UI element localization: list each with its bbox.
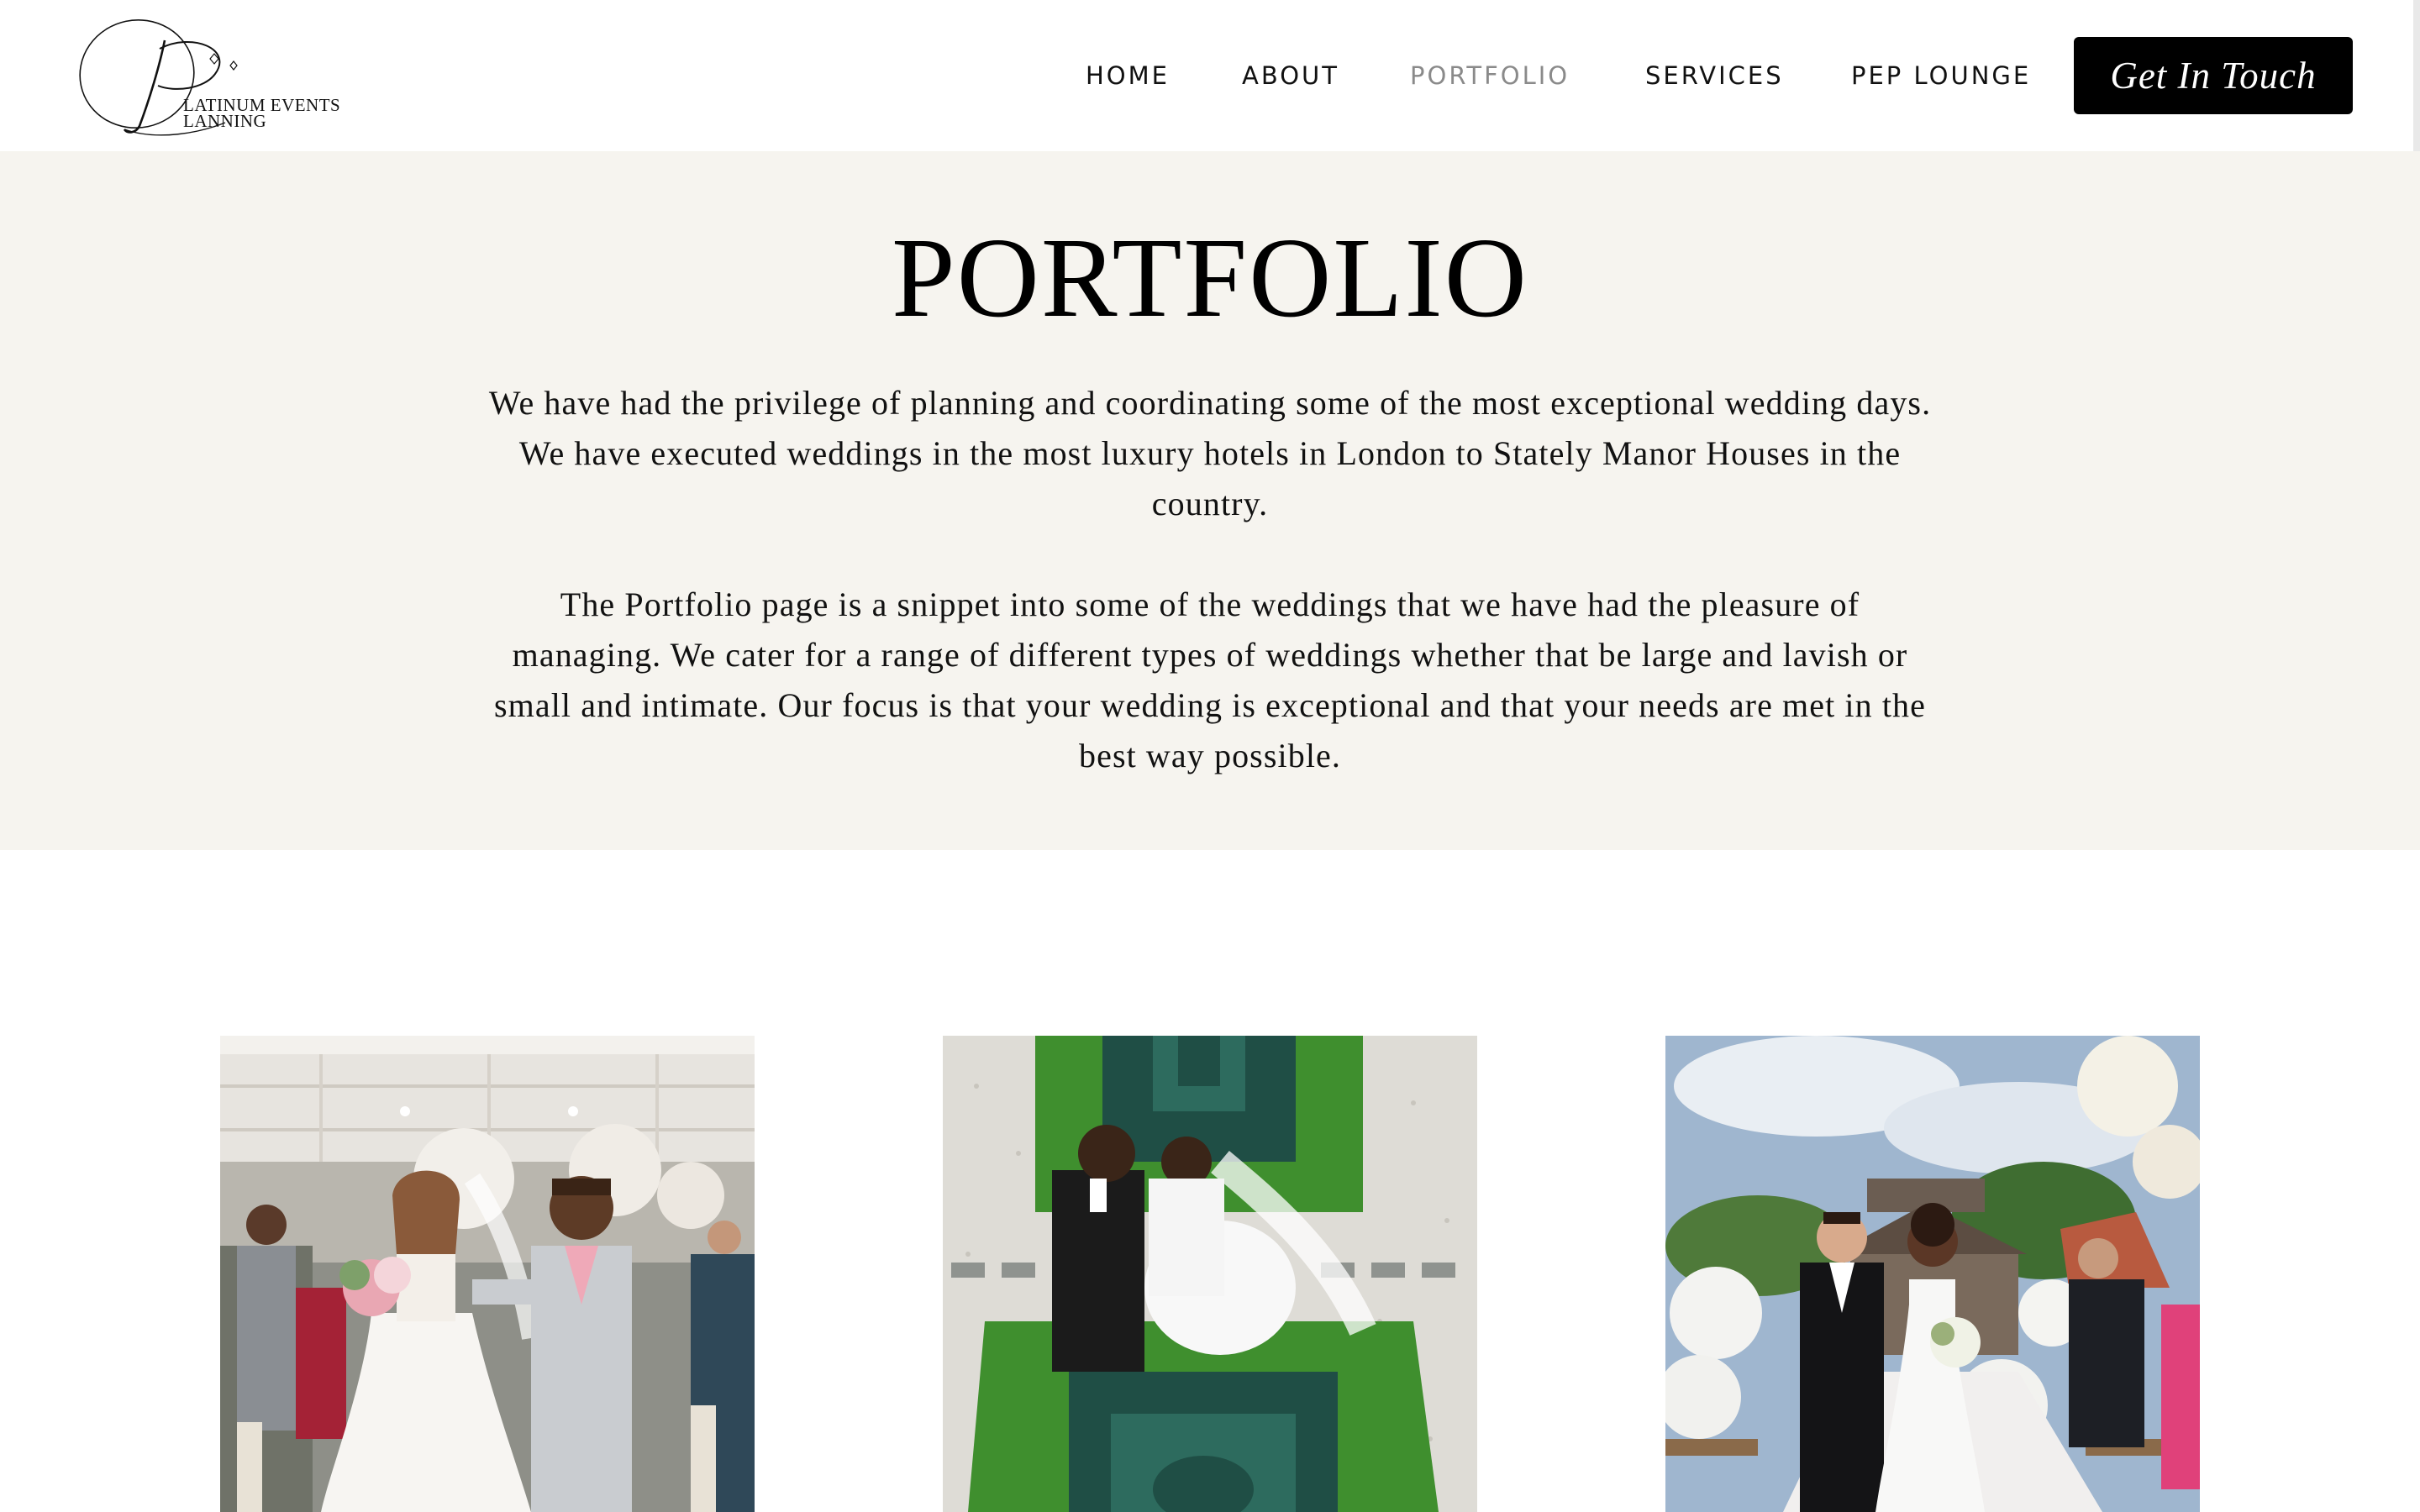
- nav-item-home[interactable]: HOME: [1086, 59, 1170, 92]
- site-header: LATINUM EVENTS LANNING HOME ABOUT PORTFO…: [0, 0, 2420, 151]
- nav-item-about[interactable]: ABOUT: [1242, 59, 1339, 92]
- portfolio-photo-2[interactable]: [943, 1036, 1477, 1512]
- portfolio-photo-3[interactable]: [1665, 1036, 2200, 1512]
- portfolio-photo-1[interactable]: [220, 1036, 755, 1512]
- logo-line-2: LANNING: [183, 111, 267, 131]
- wedding-outdoor-aisle-image: [1665, 1036, 2200, 1512]
- nav-item-pep-lounge[interactable]: PEP LOUNGE: [1851, 59, 2031, 92]
- intro-paragraph-2: The Portfolio page is a snippet into som…: [493, 585, 1927, 774]
- nav-item-services[interactable]: SERVICES: [1645, 59, 1784, 92]
- page-title: PORTFOLIO: [892, 215, 1528, 341]
- get-in-touch-button[interactable]: Get In Touch: [2074, 37, 2353, 114]
- main-nav: HOME ABOUT PORTFOLIO SERVICES PEP LOUNGE: [0, 59, 2420, 92]
- intro-paragraph-1: We have had the privilege of planning an…: [488, 384, 1932, 522]
- nav-item-portfolio[interactable]: PORTFOLIO: [1410, 59, 1570, 92]
- wedding-garden-aerial-image: [943, 1036, 1477, 1512]
- portfolio-intro: PORTFOLIO We have had the privilege of p…: [0, 151, 2420, 850]
- logo-wordmark: LATINUM EVENTS LANNING: [183, 97, 340, 131]
- wedding-ceremony-exit-image: [220, 1036, 755, 1512]
